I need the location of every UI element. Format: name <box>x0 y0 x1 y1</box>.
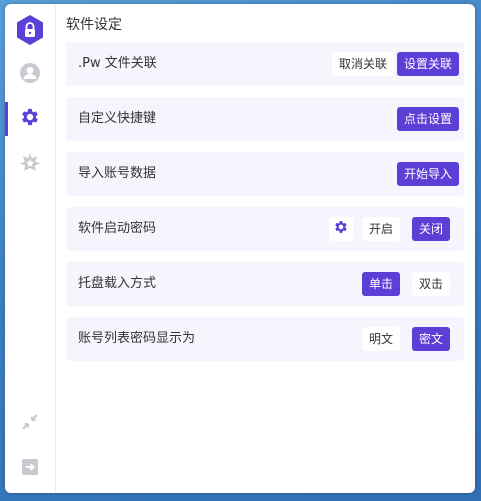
user-icon <box>19 62 41 88</box>
start-import-button[interactable]: 开始导入 <box>397 162 460 186</box>
logout-icon <box>20 457 40 481</box>
sidebar-item-favorites[interactable] <box>5 148 55 182</box>
star-icon <box>19 152 41 178</box>
setting-label: 账号列表密码显示为 <box>78 331 196 346</box>
sidebar-item-settings[interactable] <box>5 102 55 136</box>
setting-row-import: 导入账号数据 开始导入 <box>66 152 464 196</box>
setting-row-hotkey: 自定义快捷键 点击设置 <box>66 97 464 141</box>
sidebar-item-account[interactable] <box>5 58 55 92</box>
enable-password-button[interactable]: 开启 <box>362 217 401 241</box>
setting-label: 软件启动密码 <box>78 221 157 236</box>
active-indicator <box>5 102 8 136</box>
set-association-button[interactable]: 设置关联 <box>397 52 460 76</box>
setting-label: .Pw 文件关联 <box>78 56 157 71</box>
setting-row-startup-password: 软件启动密码 开启 关闭 <box>66 207 464 251</box>
logout-button[interactable] <box>5 457 55 481</box>
setting-row-file-association: .Pw 文件关联 取消关联 设置关联 <box>66 42 464 86</box>
plaintext-button[interactable]: 明文 <box>362 327 401 351</box>
setting-label: 托盘载入方式 <box>78 276 157 291</box>
setting-row-tray-mode: 托盘载入方式 单击 双击 <box>66 262 464 306</box>
collapse-button[interactable] <box>5 412 55 436</box>
gear-icon <box>19 106 41 132</box>
password-settings-button[interactable] <box>329 217 353 241</box>
ciphertext-button[interactable]: 密文 <box>412 327 451 351</box>
cancel-association-button[interactable]: 取消关联 <box>332 52 395 76</box>
setting-row-password-display: 账号列表密码显示为 明文 密文 <box>66 317 464 361</box>
double-click-button[interactable]: 双击 <box>412 272 451 296</box>
sidebar <box>5 4 56 493</box>
disable-password-button[interactable]: 关闭 <box>412 217 451 241</box>
gear-icon <box>333 219 349 239</box>
settings-content: 软件设定 .Pw 文件关联 取消关联 设置关联 自定义快捷键 点击设置 导入账号… <box>56 4 475 493</box>
set-hotkey-button[interactable]: 点击设置 <box>397 107 460 131</box>
app-logo-icon <box>15 14 45 46</box>
watermark: 下载吧 <box>345 445 471 491</box>
collapse-icon <box>20 412 40 436</box>
single-click-button[interactable]: 单击 <box>362 272 401 296</box>
setting-label: 导入账号数据 <box>78 166 157 181</box>
settings-window: 软件设定 .Pw 文件关联 取消关联 设置关联 自定义快捷键 点击设置 导入账号… <box>5 4 475 493</box>
page-title: 软件设定 <box>66 17 122 33</box>
setting-label: 自定义快捷键 <box>78 111 157 126</box>
